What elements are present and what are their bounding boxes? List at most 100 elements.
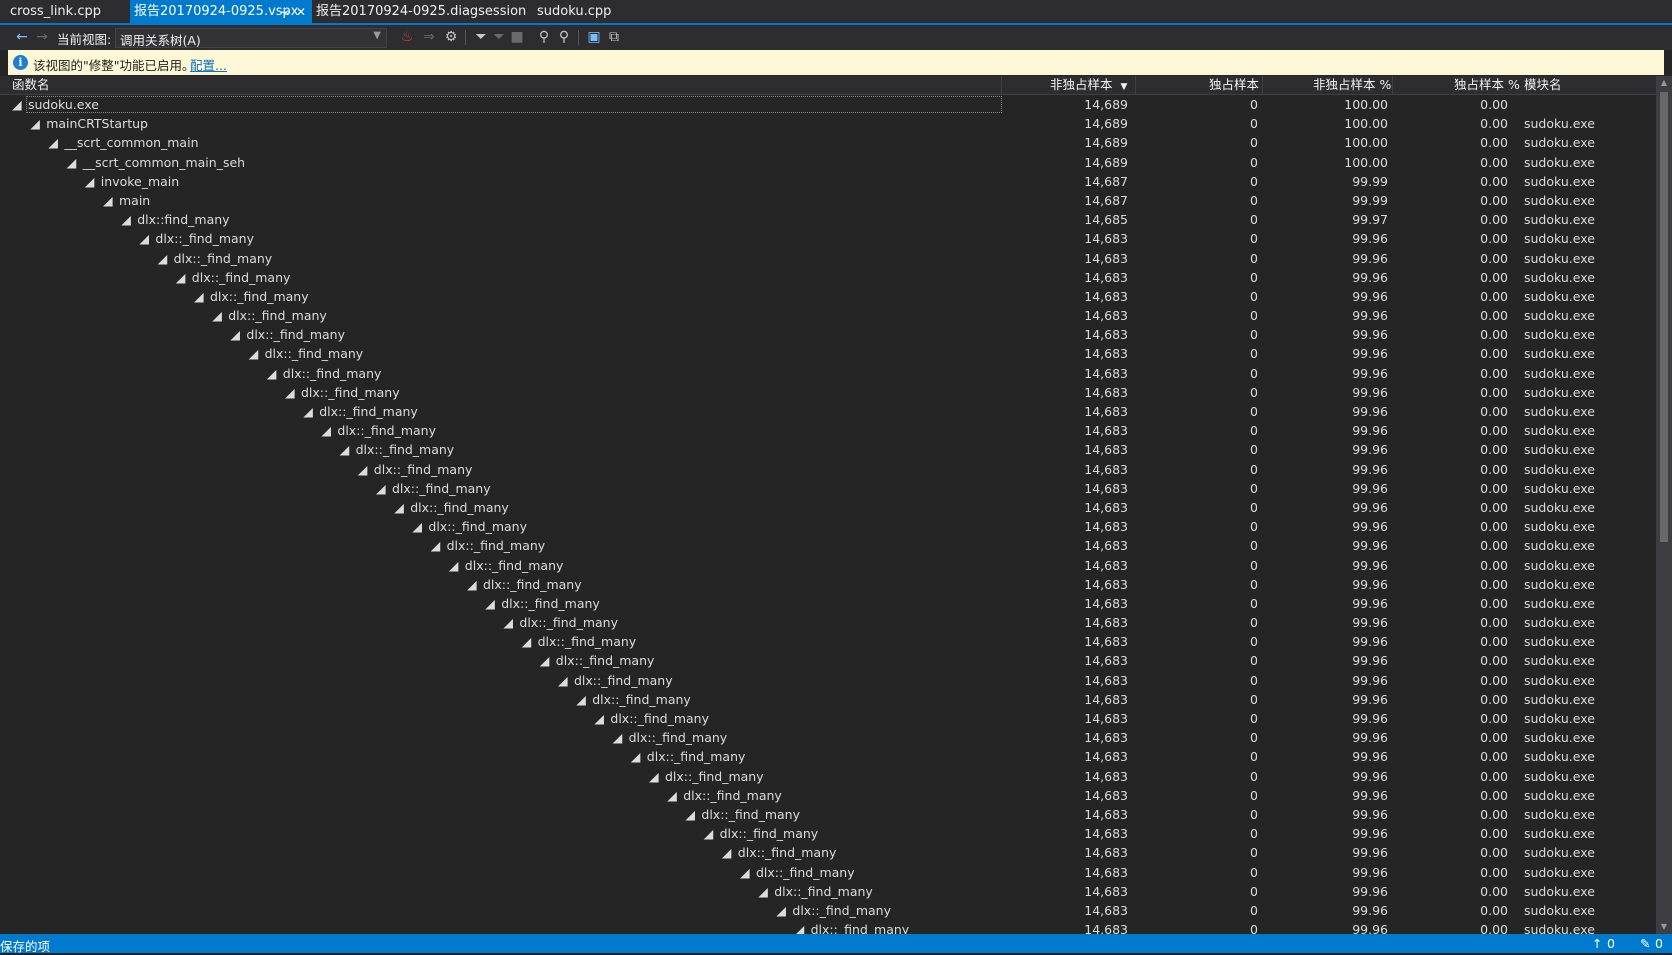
table-row[interactable]: ◢ dlx::_find_many 14,683 0 99.96 0.00 sudoku.e…: [0, 402, 1656, 421]
table-row[interactable]: ◢ dlx::_find_many 14,683 0 99.96 0.00 sudoku.e…: [0, 364, 1656, 383]
show-function-icon[interactable]: ⇒: [421, 28, 437, 46]
expand-triangle-icon[interactable]: ◢: [48, 133, 58, 152]
expand-triangle-icon[interactable]: ◢: [503, 613, 513, 632]
table-row[interactable]: ◢ dlx::_find_many 14,683 0 99.96 0.00 sudoku.e…: [0, 479, 1656, 498]
expand-triangle-icon[interactable]: ◢: [394, 498, 404, 517]
expand-triangle-icon[interactable]: ◢: [722, 843, 732, 862]
table-row[interactable]: ◢ dlx::_find_many 14,683 0 99.96 0.00 sudoku.e…: [0, 632, 1656, 651]
table-row[interactable]: ◢ dlx::_find_many 14,683 0 99.96 0.00 sudoku.e…: [0, 805, 1656, 824]
expand-triangle-icon[interactable]: ◢: [758, 882, 768, 901]
configure-link[interactable]: 配置...: [190, 55, 227, 74]
expand-triangle-icon[interactable]: ◢: [285, 383, 295, 402]
expand-triangle-icon[interactable]: ◢: [613, 728, 623, 747]
expand-triangle-icon[interactable]: ◢: [103, 191, 113, 210]
table-row[interactable]: ◢ dlx::_find_many 14,683 0 99.96 0.00 sudoku.e…: [0, 498, 1656, 517]
table-row[interactable]: ◢ invoke_main 14,687 0 99.99 0.00 sudoku.exe: [0, 172, 1656, 191]
back-arrow-icon[interactable]: ←: [14, 28, 30, 46]
column-header-function[interactable]: 函数名: [12, 77, 50, 93]
table-row[interactable]: ◢ dlx::_find_many 14,683 0 99.96 0.00 sudoku.e…: [0, 594, 1656, 613]
expand-triangle-icon[interactable]: ◢: [30, 114, 40, 133]
table-row[interactable]: ◢ dlx::_find_many 14,683 0 99.96 0.00 sudoku.e…: [0, 786, 1656, 805]
expand-triangle-icon[interactable]: ◢: [249, 344, 259, 363]
expand-triangle-icon[interactable]: ◢: [467, 575, 477, 594]
table-row[interactable]: ◢ dlx::_find_many 14,683 0 99.96 0.00 sudoku.e…: [0, 287, 1656, 306]
scroll-up-icon[interactable]: ▲: [1656, 76, 1672, 90]
column-header-module[interactable]: 模块名: [1524, 77, 1562, 93]
expand-triangle-icon[interactable]: ◢: [303, 402, 313, 421]
expand-triangle-icon[interactable]: ◢: [667, 786, 677, 805]
pencil-icon[interactable]: ✎: [1640, 936, 1650, 951]
expand-triangle-icon[interactable]: ◢: [267, 364, 277, 383]
expand-triangle-icon[interactable]: ◢: [685, 805, 695, 824]
table-row[interactable]: ◢ dlx::_find_many 14,683 0 99.96 0.00 sudoku.e…: [0, 882, 1656, 901]
table-row[interactable]: ◢ dlx::_find_many 14,683 0 99.96 0.00 sudoku.e…: [0, 709, 1656, 728]
publish-arrow-icon[interactable]: ↑: [1592, 936, 1602, 951]
forward-arrow-icon[interactable]: →: [34, 28, 50, 46]
column-divider[interactable]: [1001, 76, 1002, 94]
expand-triangle-icon[interactable]: ◢: [376, 479, 386, 498]
expand-triangle-icon[interactable]: ◢: [121, 210, 131, 229]
collapse-all-icon[interactable]: ⚲: [556, 28, 572, 46]
hot-path-flame-icon[interactable]: ♨: [399, 28, 415, 46]
expand-triangle-icon[interactable]: ◢: [12, 95, 22, 114]
table-row[interactable]: ◢ dlx::_find_many 14,683 0 99.96 0.00 sudoku.e…: [0, 651, 1656, 670]
table-row[interactable]: ◢ dlx::_find_many 14,683 0 99.96 0.00 sudoku.e…: [0, 747, 1656, 766]
table-row[interactable]: ◢ mainCRTStartup 14,689 0 100.00 0.00 sudoku.e…: [0, 114, 1656, 133]
expand-triangle-icon[interactable]: ◢: [85, 172, 95, 191]
column-header-inclusive-pct[interactable]: 非独占样本 %: [1313, 77, 1391, 93]
tab-report-diagsession[interactable]: 报告20170924-0925.diagsession: [316, 0, 526, 23]
table-row[interactable]: ◢ dlx::_find_many 14,683 0 99.96 0.00 sudoku.e…: [0, 556, 1656, 575]
expand-triangle-icon[interactable]: ◢: [704, 824, 714, 843]
column-header-inclusive[interactable]: 非独占样本 ▼: [1050, 77, 1127, 93]
expand-triangle-icon[interactable]: ◢: [412, 517, 422, 536]
expand-triangle-icon[interactable]: ◢: [158, 249, 168, 268]
expand-triangle-icon[interactable]: ◢: [176, 268, 186, 287]
clear-filter-icon[interactable]: ⏷: [491, 28, 507, 46]
expand-triangle-icon[interactable]: ◢: [485, 594, 495, 613]
expand-triangle-icon[interactable]: ◢: [776, 901, 786, 920]
expand-triangle-icon[interactable]: ◢: [740, 863, 750, 882]
tab-cross-link-cpp[interactable]: cross_link.cpp: [10, 0, 101, 23]
table-row[interactable]: ◢ __scrt_common_main 14,689 0 100.00 0.00 sudo…: [0, 133, 1656, 152]
expand-triangle-icon[interactable]: ◢: [576, 690, 586, 709]
tab-sudoku-cpp[interactable]: sudoku.cpp: [537, 0, 611, 23]
tab-report-vspx[interactable]: 报告20170924-0925.vspx ⊸ ✕: [130, 0, 312, 23]
table-row[interactable]: ◢ dlx::_find_many 14,683 0 99.96 0.00 sudoku.e…: [0, 690, 1656, 709]
table-row[interactable]: ◢ dlx::_find_many 14,683 0 99.96 0.00 sudoku.e…: [0, 575, 1656, 594]
table-row[interactable]: ◢ dlx::_find_many 14,683 0 99.96 0.00 sudoku.e…: [0, 229, 1656, 248]
column-divider[interactable]: [1392, 76, 1393, 94]
table-row[interactable]: ◢ dlx::_find_many 14,683 0 99.96 0.00 sudoku.e…: [0, 383, 1656, 402]
filter-icon[interactable]: ⏷: [473, 28, 489, 46]
column-divider[interactable]: [1135, 76, 1136, 94]
expand-triangle-icon[interactable]: ◢: [649, 767, 659, 786]
pin-icon[interactable]: ⊸: [280, 0, 290, 24]
expand-triangle-icon[interactable]: ◢: [230, 325, 240, 344]
table-row[interactable]: ◢ dlx::_find_many 14,683 0 99.96 0.00 sudoku.e…: [0, 613, 1656, 632]
table-row[interactable]: ◢ dlx::_find_many 14,683 0 99.96 0.00 sudoku.e…: [0, 843, 1656, 862]
expand-triangle-icon[interactable]: ◢: [139, 229, 149, 248]
expand-all-icon[interactable]: ⚲: [536, 28, 552, 46]
stop-icon[interactable]: ■: [509, 28, 525, 46]
expand-triangle-icon[interactable]: ◢: [212, 306, 222, 325]
table-row[interactable]: ◢ dlx::_find_many 14,683 0 99.96 0.00 sudoku.e…: [0, 440, 1656, 459]
column-divider[interactable]: [1262, 76, 1263, 94]
expand-triangle-icon[interactable]: ◢: [449, 556, 459, 575]
table-row[interactable]: ◢ dlx::_find_many 14,683 0 99.96 0.00 sudoku.e…: [0, 344, 1656, 363]
table-row[interactable]: ◢ dlx::_find_many 14,683 0 99.96 0.00 sudoku.e…: [0, 767, 1656, 786]
table-row[interactable]: ◢ dlx::_find_many 14,683 0 99.96 0.00 sudoku.e…: [0, 728, 1656, 747]
expand-triangle-icon[interactable]: ◢: [321, 421, 331, 440]
expand-triangle-icon[interactable]: ◢: [194, 287, 204, 306]
table-row[interactable]: ◢ dlx::_find_many 14,683 0 99.96 0.00 sudoku.e…: [0, 268, 1656, 287]
save-icon[interactable]: ▣: [586, 28, 602, 46]
table-row[interactable]: ◢ main 14,687 0 99.99 0.00 sudoku.exe: [0, 191, 1656, 210]
table-row[interactable]: ◢ dlx::find_many 14,685 0 99.97 0.00 sudoku.ex…: [0, 210, 1656, 229]
gear-icon[interactable]: ⚙: [443, 28, 459, 46]
table-row[interactable]: ◢ dlx::_find_many 14,683 0 99.96 0.00 sudoku.e…: [0, 517, 1656, 536]
expand-triangle-icon[interactable]: ◢: [522, 632, 532, 651]
column-header-exclusive[interactable]: 独占样本: [1209, 77, 1259, 93]
expand-triangle-icon[interactable]: ◢: [594, 709, 604, 728]
expand-triangle-icon[interactable]: ◢: [540, 651, 550, 670]
table-row[interactable]: ◢ dlx::_find_many 14,683 0 99.96 0.00 sudoku.e…: [0, 671, 1656, 690]
expand-triangle-icon[interactable]: ◢: [795, 920, 805, 934]
scrollbar-thumb[interactable]: [1660, 92, 1668, 542]
